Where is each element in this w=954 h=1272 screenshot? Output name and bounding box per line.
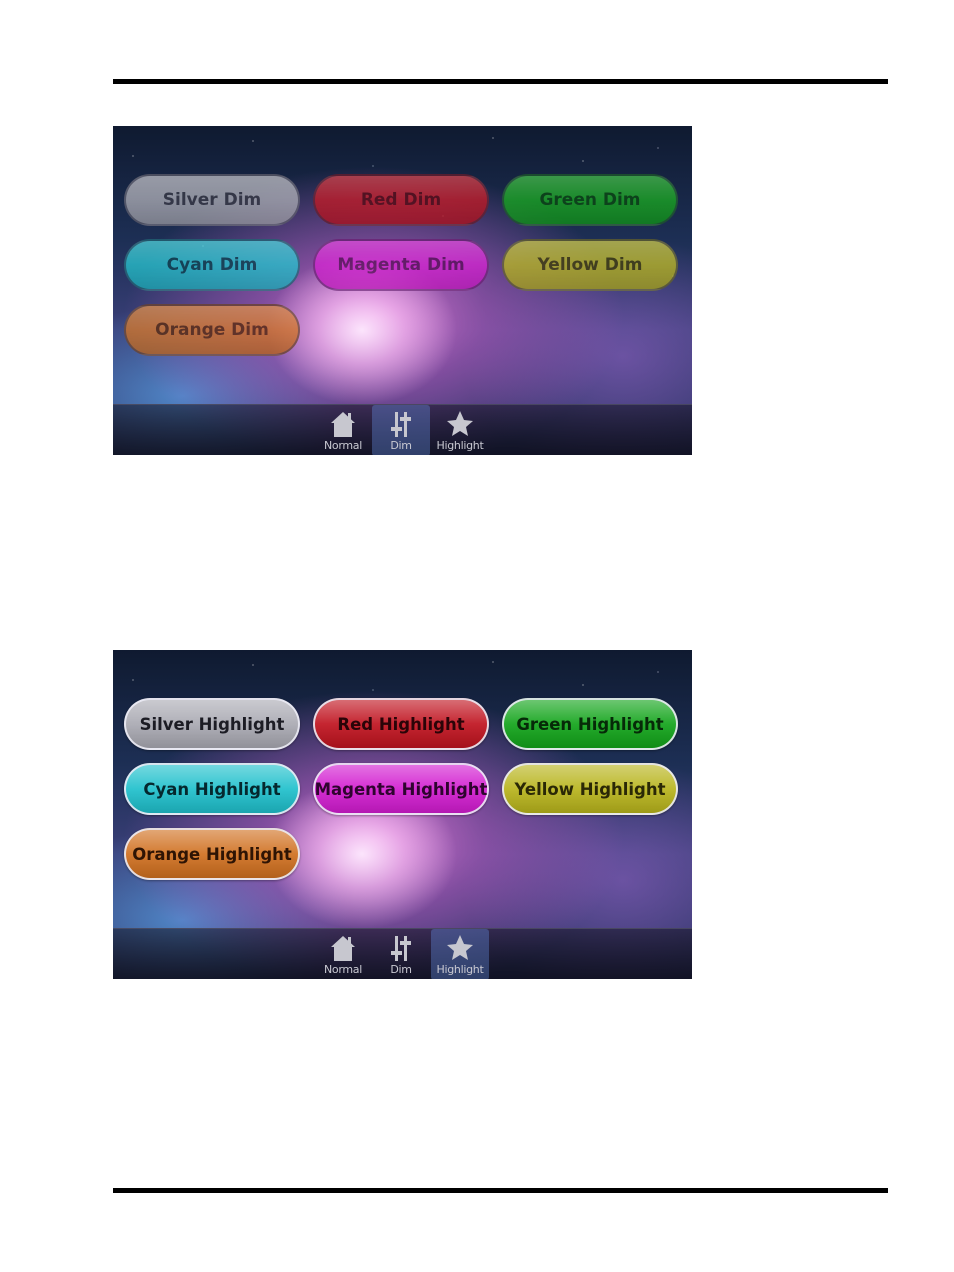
cyan-highlight-button[interactable]: Cyan Highlight — [124, 763, 300, 815]
tab-normal[interactable]: Normal — [314, 405, 372, 455]
orange-dim-button[interactable]: Orange Dim — [124, 304, 300, 356]
star-icon — [447, 935, 473, 960]
star-icon — [447, 411, 473, 436]
dim-screenshot: Silver Dim Red Dim Green Dim Cyan Dim Ma… — [113, 126, 692, 455]
green-highlight-button[interactable]: Green Highlight — [502, 698, 678, 750]
yellow-dim-button[interactable]: Yellow Dim — [502, 239, 678, 291]
home-icon — [331, 412, 355, 437]
home-icon — [331, 936, 355, 961]
highlight-screenshot: Silver Highlight Red Highlight Green Hig… — [113, 650, 692, 979]
tab-dim[interactable]: Dim — [372, 929, 430, 979]
orange-highlight-button[interactable]: Orange Highlight — [124, 828, 300, 880]
red-dim-button[interactable]: Red Dim — [313, 174, 489, 226]
sliders-icon — [391, 936, 411, 961]
silver-dim-button[interactable]: Silver Dim — [124, 174, 300, 226]
footer-rule — [113, 1188, 888, 1193]
tab-dim[interactable]: Dim — [372, 405, 430, 455]
bottom-tab-bar: Normal Dim Highlight — [113, 404, 692, 455]
magenta-highlight-button[interactable]: Magenta Highlight — [313, 763, 489, 815]
header-rule — [113, 79, 888, 84]
tab-normal[interactable]: Normal — [314, 929, 372, 979]
red-highlight-button[interactable]: Red Highlight — [313, 698, 489, 750]
magenta-dim-button[interactable]: Magenta Dim — [313, 239, 489, 291]
yellow-highlight-button[interactable]: Yellow Highlight — [502, 763, 678, 815]
sliders-icon — [391, 412, 411, 437]
tab-highlight[interactable]: Highlight — [431, 929, 489, 979]
silver-highlight-button[interactable]: Silver Highlight — [124, 698, 300, 750]
tab-highlight[interactable]: Highlight — [431, 405, 489, 455]
bottom-tab-bar: Normal Dim Highlight — [113, 928, 692, 979]
cyan-dim-button[interactable]: Cyan Dim — [124, 239, 300, 291]
green-dim-button[interactable]: Green Dim — [502, 174, 678, 226]
